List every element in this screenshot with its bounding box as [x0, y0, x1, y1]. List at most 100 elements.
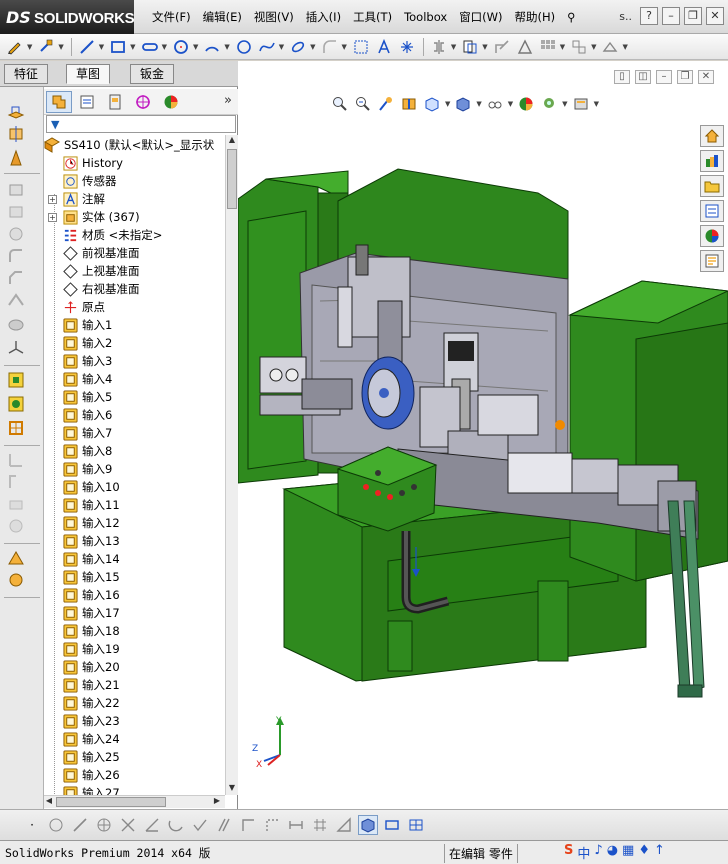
spline-icon[interactable] [256, 36, 278, 58]
parallel-tool-icon[interactable] [214, 815, 234, 835]
tab-features[interactable]: 特征 [4, 64, 49, 84]
fillet-feature-icon[interactable] [7, 247, 29, 267]
property-manager-tab-icon[interactable] [74, 91, 100, 113]
dashed-corner-icon[interactable] [262, 815, 282, 835]
pattern-icon[interactable] [537, 36, 559, 58]
scroll-up-arrow-icon[interactable]: ▲ [227, 135, 237, 147]
tree-item[interactable]: 输入3 [48, 352, 112, 370]
tree-item[interactable]: 输入2 [48, 334, 112, 352]
polygon-icon[interactable] [233, 36, 255, 58]
extrude-boss-icon[interactable] [7, 103, 29, 123]
chamfer-icon[interactable] [7, 269, 29, 289]
help-icon[interactable]: ? [640, 7, 658, 25]
sketch-icon[interactable] [4, 36, 26, 58]
tree-item[interactable]: 输入7 [48, 424, 112, 442]
tree-item[interactable]: 材质 <未指定> [48, 226, 162, 244]
point-tool-icon[interactable]: · [22, 815, 42, 835]
line-tool-icon[interactable] [70, 815, 90, 835]
mirror-feature-icon[interactable] [7, 495, 29, 515]
menu-toolbox[interactable]: Toolbox [398, 10, 453, 24]
hole-wizard-icon[interactable] [7, 225, 29, 245]
tree-item[interactable]: 输入25 [48, 748, 120, 766]
tree-item[interactable]: 输入13 [48, 532, 120, 550]
display-manager-tab-icon[interactable] [158, 91, 184, 113]
ime-tools-icon[interactable]: ↑ [654, 843, 665, 862]
machine-model[interactable]: Y Z X [238, 61, 728, 809]
deform-icon[interactable] [7, 571, 29, 591]
tree-item[interactable]: 右视基准面 [48, 280, 140, 298]
tree-item[interactable]: 输入16 [48, 586, 120, 604]
curves-icon[interactable] [7, 371, 29, 391]
scroll-thumb[interactable] [56, 797, 166, 807]
tree-item[interactable]: 输入27 [48, 784, 120, 795]
tree-item[interactable]: 输入5 [48, 388, 112, 406]
table-view-icon[interactable] [406, 815, 426, 835]
rectangle-view-icon[interactable] [382, 815, 402, 835]
tree-item[interactable]: 输入9 [48, 460, 112, 478]
circular-pattern-icon[interactable] [7, 473, 29, 493]
tree-item[interactable]: 输入1 [48, 316, 112, 334]
extrude-cut-icon[interactable] [7, 181, 29, 201]
tree-item[interactable]: 输入26 [48, 766, 120, 784]
revolve-boss-icon[interactable] [7, 125, 29, 145]
ime-keyboard-icon[interactable]: ▦ [622, 843, 634, 862]
menu-insert[interactable]: 插入(I) [300, 9, 347, 25]
mirror-icon[interactable] [428, 36, 450, 58]
trim-icon[interactable] [350, 36, 372, 58]
tree-item[interactable]: 输入6 [48, 406, 112, 424]
scroll-left-arrow-icon[interactable]: ◀ [44, 796, 54, 808]
menu-help[interactable]: 帮助(H) [509, 9, 562, 25]
ime-punctuation-icon[interactable]: ♪ [594, 843, 602, 862]
reference-geometry-icon[interactable] [7, 339, 29, 359]
tree-item[interactable]: + 注解 [48, 190, 105, 208]
sweep-icon[interactable] [7, 149, 29, 169]
tree-item[interactable]: 输入19 [48, 640, 120, 658]
ime-emoji-icon[interactable]: ◕ [607, 843, 618, 862]
offset-icon[interactable] [459, 36, 481, 58]
tree-vertical-scrollbar[interactable]: ▲ ▼ [225, 135, 238, 795]
minimize-button[interactable]: – [662, 7, 680, 25]
revolve-cut-icon[interactable] [7, 203, 29, 223]
tree-item[interactable]: History [48, 154, 123, 172]
tree-root[interactable]: SS410 (默认<默认>_显示状 [44, 136, 214, 154]
configuration-manager-tab-icon[interactable] [102, 91, 128, 113]
ime-skin-icon[interactable]: ♦ [638, 843, 650, 862]
tree-item[interactable]: 传感器 [48, 172, 117, 190]
tree-item[interactable]: 输入17 [48, 604, 120, 622]
feature-tree-tab-icon[interactable] [46, 90, 72, 113]
circle-icon[interactable] [170, 36, 192, 58]
tab-sketch[interactable]: 草图 [66, 64, 111, 84]
slot-icon[interactable] [139, 36, 161, 58]
tree-item[interactable]: 输入14 [48, 550, 120, 568]
menu-view[interactable]: 视图(V) [248, 9, 300, 25]
solidworks-logo[interactable]: DS SOLIDWORKS [0, 0, 135, 34]
feature-filter-input[interactable]: ▼ [46, 115, 236, 133]
relations-icon[interactable] [514, 36, 536, 58]
point-icon[interactable] [396, 36, 418, 58]
menu-edit[interactable]: 编辑(E) [197, 9, 248, 25]
expand-toggle-icon[interactable]: + [48, 212, 57, 222]
convert-entities-icon[interactable] [491, 36, 513, 58]
tree-item[interactable]: 输入15 [48, 568, 120, 586]
sketch-fillet-icon[interactable] [7, 419, 29, 439]
rectangle-icon[interactable] [107, 36, 129, 58]
line-icon[interactable] [76, 36, 98, 58]
dimension-tool-icon[interactable] [286, 815, 306, 835]
tree-item[interactable]: 原点 [48, 298, 105, 316]
more-tabs-icon[interactable]: » [224, 93, 232, 108]
tree-item[interactable]: 输入18 [48, 622, 120, 640]
tree-item[interactable]: 输入8 [48, 442, 112, 460]
tree-item[interactable]: 输入11 [48, 496, 120, 514]
polygon-tool-icon[interactable] [94, 815, 114, 835]
tree-item[interactable]: 输入4 [48, 370, 112, 388]
arc-icon[interactable] [201, 36, 223, 58]
tree-horizontal-scrollbar[interactable]: ◀ ▶ [44, 795, 225, 808]
wrap-icon[interactable] [7, 517, 29, 537]
restore-button[interactable]: ❐ [684, 7, 702, 25]
move-entities-icon[interactable] [568, 36, 590, 58]
menu-tools[interactable]: 工具(T) [347, 9, 398, 25]
shell-icon[interactable] [7, 315, 29, 335]
tree-item[interactable]: 输入12 [48, 514, 120, 532]
circle-tool-icon[interactable] [46, 815, 66, 835]
dome-icon[interactable] [7, 549, 29, 569]
